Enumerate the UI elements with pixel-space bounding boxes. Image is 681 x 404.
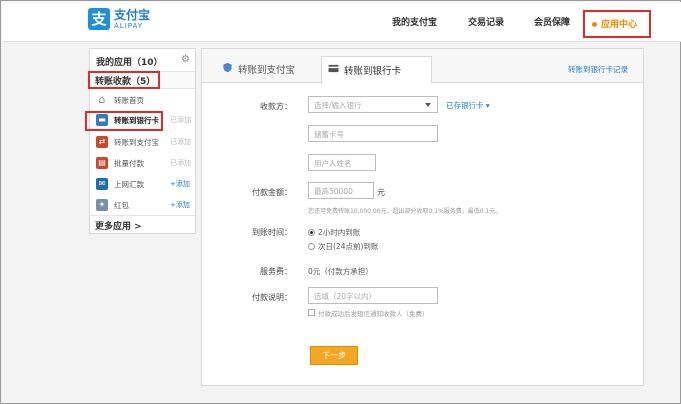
sidebar-category-label: 转账收款（5） — [95, 77, 156, 87]
main-panel: 转账到支付宝 转账到银行卡 转账到银行卡记录 收款方： 选择/输入银行 已存银行… — [201, 48, 644, 386]
sidebar-more-label: 更多应用 > — [95, 222, 142, 232]
tab-to-bank-card[interactable]: 转账到银行卡 — [321, 56, 432, 84]
sidebar-item-label: 转账到支付宝 — [114, 138, 159, 147]
alipay-logo-icon: 支 — [88, 8, 110, 30]
memo-placeholder: 选填（20字以内） — [314, 292, 377, 301]
sidebar-category[interactable]: 转账收款（5） — [88, 71, 195, 89]
sidebar-item-label: 批量付款 — [114, 159, 144, 168]
nav-transactions[interactable]: 交易记录 — [468, 15, 504, 28]
tab-to-alipay[interactable]: 转账到支付宝 — [216, 56, 316, 84]
sidebar-item-label: 转账到银行卡 — [114, 116, 159, 125]
remit-icon: ✉ — [96, 178, 108, 190]
card-number-placeholder: 储蓄卡号 — [314, 130, 344, 139]
nav-member-protection[interactable]: 会员保障 — [534, 15, 570, 28]
alipay-logo[interactable]: 支 支付宝 ALIPAY — [88, 8, 168, 36]
home-icon: ⌂ — [96, 94, 108, 106]
sidebar-item-add-button[interactable]: +添加 — [170, 179, 190, 189]
fee-label: 服务费： — [260, 267, 292, 276]
sms-notify-checkbox[interactable] — [308, 309, 315, 316]
saved-bank-card-link[interactable]: 已存银行卡 ▾ — [446, 100, 490, 111]
sidebar-item-label: 转账首页 — [114, 96, 144, 105]
bank-select-placeholder: 选择/输入银行 — [314, 101, 362, 110]
tab-label: 转账到银行卡 — [344, 66, 402, 77]
amount-input[interactable]: 最高50000 — [308, 182, 374, 199]
sidebar-item-to-alipay[interactable]: ⇄ 转账到支付宝 已添加 — [90, 133, 195, 153]
amount-unit: 元 — [377, 188, 385, 197]
nav-app-center[interactable]: 应用中心 — [583, 10, 651, 38]
sidebar-item-add: 已添加 — [170, 138, 191, 146]
tab-bar: 转账到支付宝 转账到银行卡 转账到银行卡记录 — [202, 49, 643, 84]
sidebar-item-red-packet[interactable]: ✦ 红包 +添加 — [90, 196, 195, 216]
sidebar-more-apps[interactable]: 更多应用 > — [90, 215, 195, 233]
sidebar: 我的应用（10） ⚙ 转账收款（5） ⌂ 转账首页 ▬ 转账到银行卡 已添加 ⇄… — [85, 48, 196, 234]
amount-placeholder: 最高50000 — [314, 187, 353, 196]
chevron-down-icon — [425, 103, 431, 107]
shield-icon — [223, 62, 232, 73]
sms-notify-label: 付款成功后发短信通知收款人（免费） — [318, 310, 429, 318]
nav-my-alipay[interactable]: 我的支付宝 — [392, 15, 437, 28]
amount-hint: 您还可免费转账10,000.00元，超出部分收取0.1%服务费，最低0.1元。 — [308, 208, 502, 215]
sidebar-item-add: 已添加 — [170, 159, 191, 167]
payee-label: 收款方： — [260, 102, 292, 111]
arrival-next-day-label: 次日(24点前)到账 — [318, 242, 379, 251]
sidebar-item-label: 红包 — [114, 201, 129, 210]
sidebar-item-bank-card[interactable]: ▬ 转账到银行卡 已添加 — [85, 111, 195, 131]
arrival-next-day-radio[interactable] — [308, 243, 315, 250]
logo-en-text: ALIPAY — [114, 22, 144, 30]
nav-active-dot — [592, 22, 597, 27]
fee-value: 0元（付款方承担） — [308, 267, 373, 276]
memo-label: 付款说明： — [252, 293, 292, 302]
sidebar-item-transfer-home[interactable]: ⌂ 转账首页 — [90, 91, 195, 111]
nav-app-center-label: 应用中心 — [601, 20, 638, 30]
sidebar-item-add: 已添加 — [170, 116, 191, 124]
arrival-2h-label: 2小时内到账 — [318, 228, 361, 237]
payee-name-placeholder: 用户人姓名 — [314, 159, 352, 168]
next-step-button[interactable]: 下一步 — [310, 346, 358, 365]
arrival-time-label: 到账时间： — [252, 228, 292, 237]
memo-input[interactable]: 选填（20字以内） — [308, 287, 438, 304]
page-frame: 支 支付宝 ALIPAY 我的支付宝 交易记录 会员保障 应用中心 我的应用（1… — [0, 0, 681, 404]
transfer-icon: ⇄ — [96, 136, 108, 148]
bank-card-icon — [328, 64, 339, 73]
sidebar-item-add-button[interactable]: +添加 — [170, 200, 190, 210]
bank-card-icon: ▬ — [96, 114, 108, 126]
payee-name-input[interactable]: 用户人姓名 — [308, 154, 376, 171]
sidebar-title: 我的应用（10） — [96, 58, 163, 68]
amount-label: 付款金额： — [252, 188, 292, 197]
arrival-2h-radio[interactable] — [308, 229, 315, 236]
bank-select[interactable]: 选择/输入银行 — [308, 96, 438, 113]
card-number-input[interactable]: 储蓄卡号 — [308, 125, 438, 142]
sidebar-item-online-remit[interactable]: ✉ 上网汇款 +添加 — [90, 175, 195, 195]
tab-label: 转账到支付宝 — [238, 65, 296, 76]
top-header: 支 支付宝 ALIPAY 我的支付宝 交易记录 会员保障 应用中心 — [2, 2, 681, 42]
sidebar-item-label: 上网汇款 — [114, 180, 144, 189]
gear-icon[interactable]: ⚙ — [181, 54, 192, 65]
bank-transfer-records-link[interactable]: 转账到银行卡记录 — [568, 64, 628, 75]
batch-pay-icon: ▤ — [96, 157, 108, 169]
sidebar-item-batch-pay[interactable]: ▤ 批量付款 已添加 — [90, 154, 195, 174]
red-packet-icon: ✦ — [96, 199, 108, 211]
logo-cn-text: 支付宝 — [114, 8, 151, 22]
